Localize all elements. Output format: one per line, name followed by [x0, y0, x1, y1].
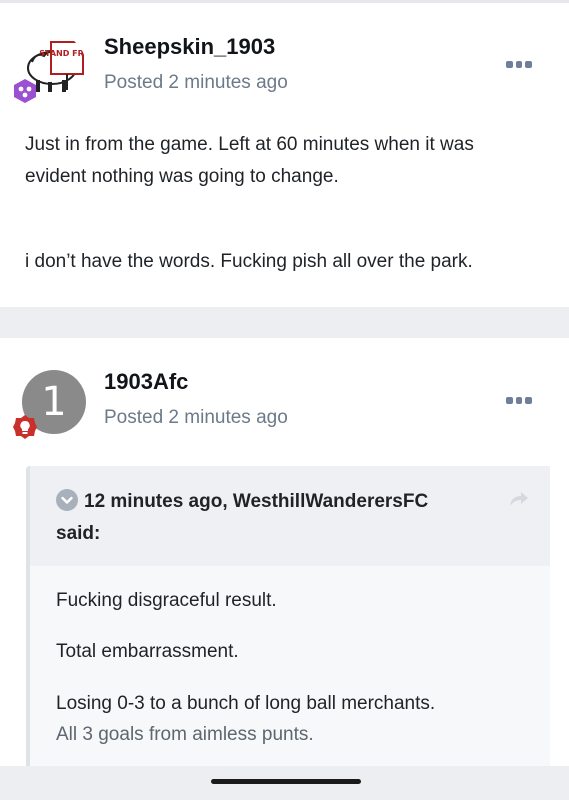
post-username[interactable]: Sheepskin_1903	[104, 34, 275, 60]
share-arrow-icon[interactable]	[508, 490, 530, 508]
post-timestamp[interactable]: Posted 2 minutes ago	[104, 407, 288, 429]
quote-text-line: All 3 goals from aimless punts.	[56, 724, 314, 745]
quote-text-line: Total embarrassment.	[56, 641, 239, 662]
more-options-icon[interactable]	[506, 59, 533, 69]
user-avatar[interactable]: STAND FREE	[14, 34, 86, 103]
quote-said-label: said:	[56, 523, 101, 544]
quote-block: 12 minutes ago, WesthillWanderersFC said…	[26, 466, 550, 778]
post-username[interactable]: 1903Afc	[104, 369, 188, 395]
more-options-icon[interactable]	[506, 395, 533, 405]
post-text-line: evident nothing was going to change.	[25, 166, 339, 187]
chevron-down-icon[interactable]	[56, 489, 78, 511]
quote-attribution[interactable]: 12 minutes ago, WesthillWanderersFC	[84, 491, 428, 512]
red-lightbulb-badge-icon	[13, 415, 37, 439]
post-timestamp[interactable]: Posted 2 minutes ago	[104, 72, 288, 94]
user-avatar[interactable]: 1	[13, 370, 86, 439]
purple-hexagon-badge-icon	[14, 79, 36, 103]
post-text-line: i don’t have the words. Fucking pish all…	[25, 251, 473, 272]
home-indicator[interactable]	[211, 779, 361, 784]
quote-text-line: Fucking disgraceful result.	[56, 590, 277, 611]
post-text-line: Just in from the game. Left at 60 minute…	[25, 134, 474, 155]
quote-text-line: Losing 0-3 to a bunch of long ball merch…	[56, 693, 436, 714]
quote-header[interactable]: 12 minutes ago, WesthillWanderersFC said…	[30, 466, 550, 566]
avatar-sign-text: STAND FREE	[39, 49, 86, 58]
